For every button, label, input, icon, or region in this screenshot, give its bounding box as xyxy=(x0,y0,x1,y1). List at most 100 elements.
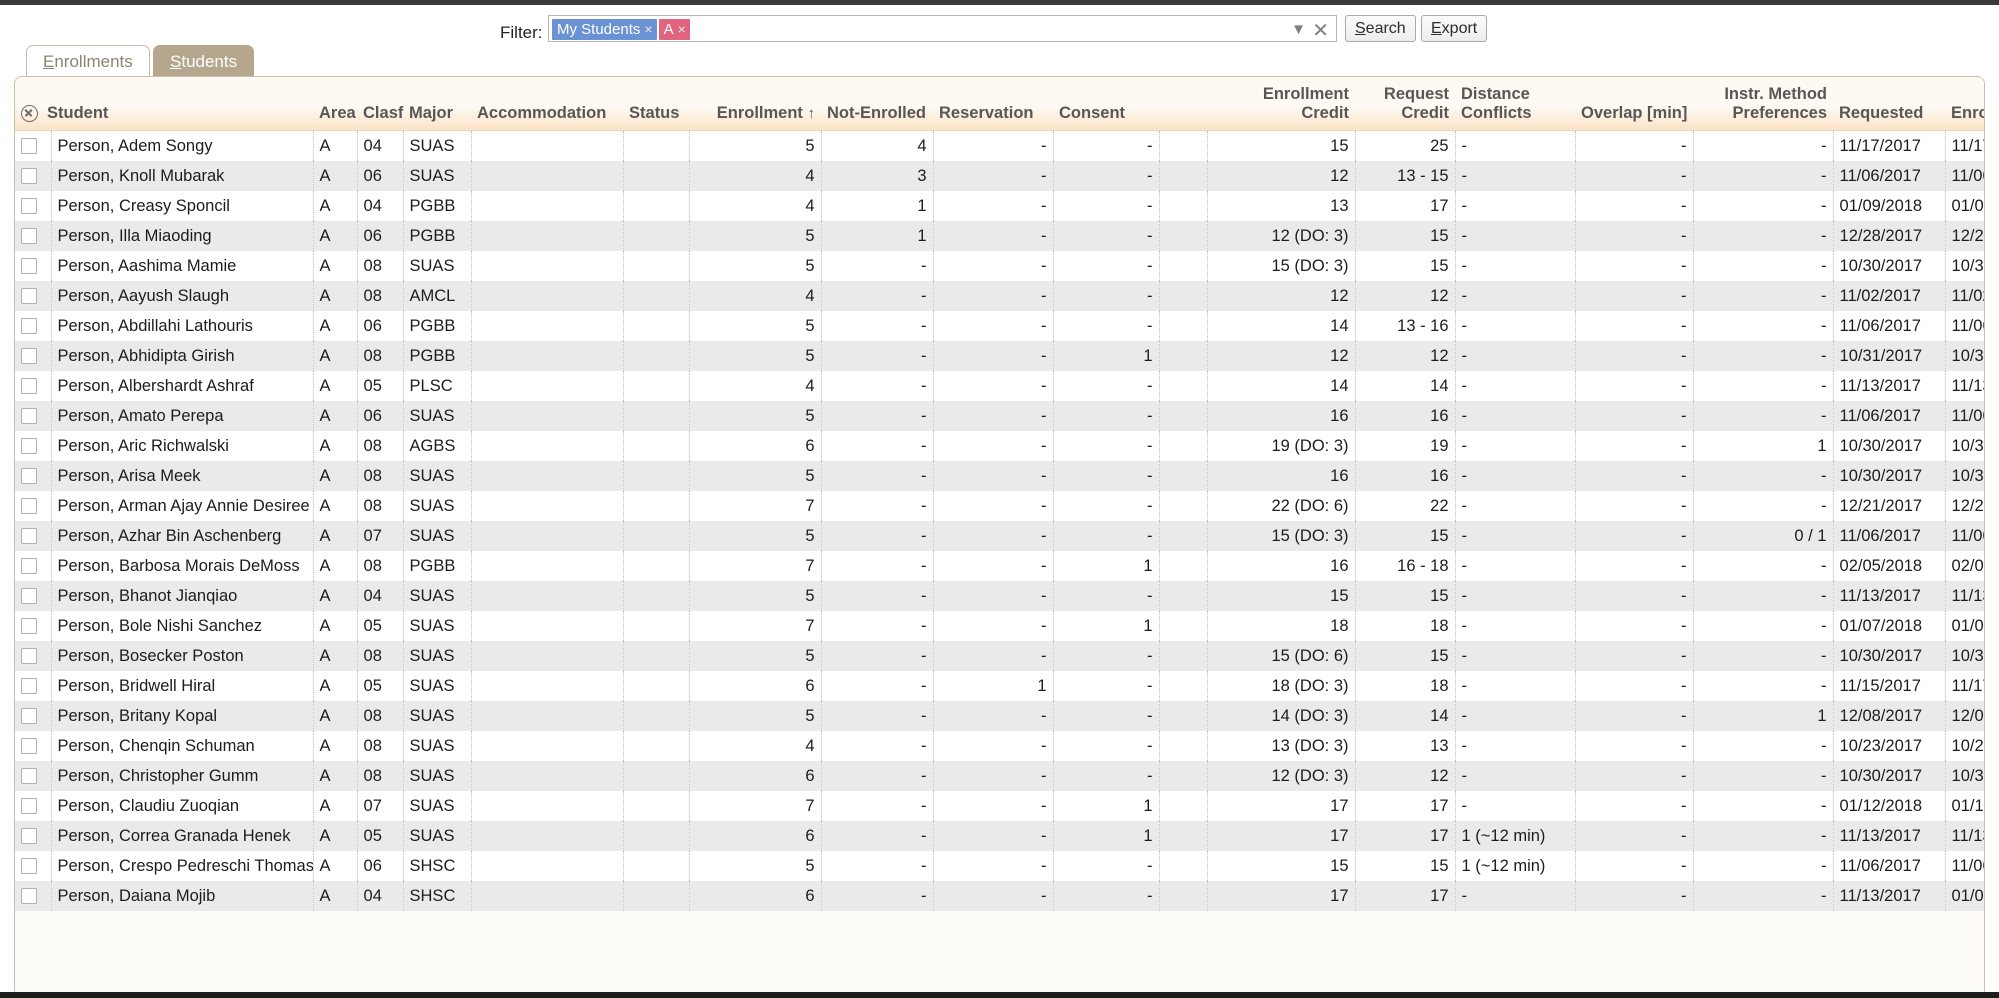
table-row[interactable]: Person, Aashima Mamie A 08 SUAS 5- - -15 (DO: … xyxy=(15,251,1984,281)
table-row[interactable]: Person, Britany Kopal A 08 SUAS 5- - -14 (DO: … xyxy=(15,701,1984,731)
row-select-cell[interactable] xyxy=(15,761,52,791)
row-checkbox[interactable] xyxy=(21,858,37,875)
table-row[interactable]: Person, Azhar Bin Aschenberg A 07 SUAS 5- - -1… xyxy=(15,521,1984,551)
row-checkbox[interactable] xyxy=(21,378,37,395)
column-header-overlap-min[interactable]: Overlap [min] xyxy=(1575,77,1694,131)
row-checkbox[interactable] xyxy=(21,588,37,605)
row-checkbox[interactable] xyxy=(21,198,37,215)
row-checkbox[interactable] xyxy=(21,738,37,755)
column-header-consent[interactable]: Consent xyxy=(1053,77,1160,131)
row-select-cell[interactable] xyxy=(15,341,52,371)
table-row[interactable]: Person, Arisa Meek A 08 SUAS 5- - -16 16- - -10/3… xyxy=(15,461,1984,491)
filter-tag-a[interactable]: A × xyxy=(658,19,690,40)
row-checkbox[interactable] xyxy=(21,258,37,275)
row-select-cell[interactable] xyxy=(15,461,52,491)
row-checkbox[interactable] xyxy=(21,348,37,365)
row-checkbox[interactable] xyxy=(21,798,37,815)
row-select-cell[interactable] xyxy=(15,191,52,221)
row-select-cell[interactable] xyxy=(15,521,52,551)
column-header-enrollment[interactable]: Enrollment ↑ xyxy=(689,77,822,131)
row-select-cell[interactable] xyxy=(15,251,52,281)
row-select-cell[interactable] xyxy=(15,821,52,851)
close-icon[interactable]: ✕ xyxy=(1312,18,1329,43)
row-checkbox[interactable] xyxy=(21,528,37,545)
row-checkbox[interactable] xyxy=(21,288,37,305)
row-select-cell[interactable] xyxy=(15,581,52,611)
row-select-cell[interactable] xyxy=(15,671,52,701)
table-row[interactable]: Person, Correa Granada Henek A 05 SUAS 6- -1 1… xyxy=(15,821,1984,851)
row-select-cell[interactable] xyxy=(15,881,52,911)
table-row[interactable]: Person, Arman Ajay Annie Desiree A 08 SUAS 7… xyxy=(15,491,1984,521)
row-checkbox[interactable] xyxy=(21,138,37,155)
filter-tag-my-students[interactable]: My Students × xyxy=(552,19,657,40)
row-checkbox[interactable] xyxy=(21,678,37,695)
table-row[interactable]: Person, Christopher Gumm A 08 SUAS 6- - -12 (D… xyxy=(15,761,1984,791)
row-checkbox[interactable] xyxy=(21,468,37,485)
row-select-cell[interactable] xyxy=(15,551,52,581)
column-header-student[interactable]: Student xyxy=(15,77,314,131)
column-header-enrolled[interactable]: Enrolled xyxy=(1945,77,1984,131)
row-select-cell[interactable] xyxy=(15,431,52,461)
row-select-cell[interactable] xyxy=(15,851,52,881)
table-row[interactable]: Person, Adem Songy A 04 SUAS 5 4- -15 25- - -11/1… xyxy=(15,130,1984,161)
row-checkbox[interactable] xyxy=(21,318,37,335)
column-header-distance-conflicts[interactable]: Distance Conflicts xyxy=(1455,77,1576,131)
row-select-cell[interactable] xyxy=(15,281,52,311)
row-select-cell[interactable] xyxy=(15,731,52,761)
row-checkbox[interactable] xyxy=(21,558,37,575)
row-select-cell[interactable] xyxy=(15,311,52,341)
table-row[interactable]: Person, Creasy Sponcil A 04 PGBB 4 1- -13 17- - -… xyxy=(15,191,1984,221)
row-select-cell[interactable] xyxy=(15,130,52,161)
table-row[interactable]: Person, Daiana Mojib A 04 SHSC 6- - -17 17- - -11… xyxy=(15,881,1984,911)
table-row[interactable]: Person, Bosecker Poston A 08 SUAS 5- - -15 (DO… xyxy=(15,641,1984,671)
row-checkbox[interactable] xyxy=(21,438,37,455)
row-checkbox[interactable] xyxy=(21,498,37,515)
table-row[interactable]: Person, Abhidipta Girish A 08 PGBB 5- -1 12 12-… xyxy=(15,341,1984,371)
row-select-cell[interactable] xyxy=(15,161,52,191)
row-select-cell[interactable] xyxy=(15,791,52,821)
row-checkbox[interactable] xyxy=(21,408,37,425)
row-checkbox[interactable] xyxy=(21,618,37,635)
column-header-enrollment-credit[interactable]: Enrollment Credit xyxy=(1207,77,1356,131)
table-row[interactable]: Person, Bridwell Hiral A 05 SUAS 6-1-18 (DO:… xyxy=(15,671,1984,701)
row-checkbox[interactable] xyxy=(21,708,37,725)
table-row[interactable]: Person, Chenqin Schuman A 08 SUAS 4- - -13 (DO… xyxy=(15,731,1984,761)
row-select-cell[interactable] xyxy=(15,611,52,641)
table-row[interactable]: Person, Amato Perepa A 06 SUAS 5- - -16 16- - -11… xyxy=(15,401,1984,431)
row-select-cell[interactable] xyxy=(15,641,52,671)
filter-input[interactable]: My Students × A × ▼ ✕ xyxy=(548,15,1337,42)
column-header-major[interactable]: Major xyxy=(403,77,472,131)
tab-students[interactable]: Students xyxy=(153,45,255,76)
table-row[interactable]: Person, Bhanot Jianqiao A 04 SUAS 5- - -15 15- -… xyxy=(15,581,1984,611)
search-button[interactable]: Search xyxy=(1345,15,1416,42)
row-select-cell[interactable] xyxy=(15,401,52,431)
filter-tag-remove-icon[interactable]: × xyxy=(678,21,686,37)
table-row[interactable]: Person, Crespo Pedreschi Thomas Jr. A 06 SH… xyxy=(15,851,1984,881)
column-header-clasf[interactable]: Clasf xyxy=(357,77,403,131)
row-select-cell[interactable] xyxy=(15,221,52,251)
row-select-cell[interactable] xyxy=(15,491,52,521)
table-row[interactable]: Person, Barbosa Morais DeMoss A 08 PGBB 7- -1… xyxy=(15,551,1984,581)
row-select-cell[interactable] xyxy=(15,371,52,401)
row-checkbox[interactable] xyxy=(21,168,37,185)
table-row[interactable]: Person, Bole Nishi Sanchez A 05 SUAS 7- -1 18 1… xyxy=(15,611,1984,641)
table-row[interactable]: Person, Claudiu Zuoqian A 07 SUAS 7- -1 17 17- -… xyxy=(15,791,1984,821)
column-header-area[interactable]: Area xyxy=(313,77,358,131)
table-row[interactable]: Person, Albershardt Ashraf A 05 PLSC 4- - -14 1… xyxy=(15,371,1984,401)
column-header-not-enrolled[interactable]: Not-Enrolled xyxy=(821,77,934,131)
table-row[interactable]: Person, Aayush Slaugh A 08 AMCL 4- - -12 12- - -1… xyxy=(15,281,1984,311)
column-header-instr-method-preferences[interactable]: Instr. Method Preferences xyxy=(1693,77,1834,131)
filter-tag-remove-icon[interactable]: × xyxy=(644,21,652,37)
column-header-status[interactable]: Status xyxy=(623,77,690,131)
tab-enrollments[interactable]: Enrollments xyxy=(26,45,150,76)
column-header-requested[interactable]: Requested xyxy=(1833,77,1946,131)
row-select-cell[interactable] xyxy=(15,701,52,731)
row-checkbox[interactable] xyxy=(21,888,37,905)
table-row[interactable]: Person, Abdillahi Lathouris A 06 PGBB 5- - -14… xyxy=(15,311,1984,341)
table-row[interactable]: Person, Knoll Mubarak A 06 SUAS 4 3- -12 13 - 1… xyxy=(15,161,1984,191)
export-button[interactable]: Export xyxy=(1421,15,1488,42)
row-checkbox[interactable] xyxy=(21,768,37,785)
row-checkbox[interactable] xyxy=(21,228,37,245)
column-header-request-credit[interactable]: Request Credit xyxy=(1355,77,1456,131)
column-header-accommodation[interactable]: Accommodation xyxy=(471,77,624,131)
